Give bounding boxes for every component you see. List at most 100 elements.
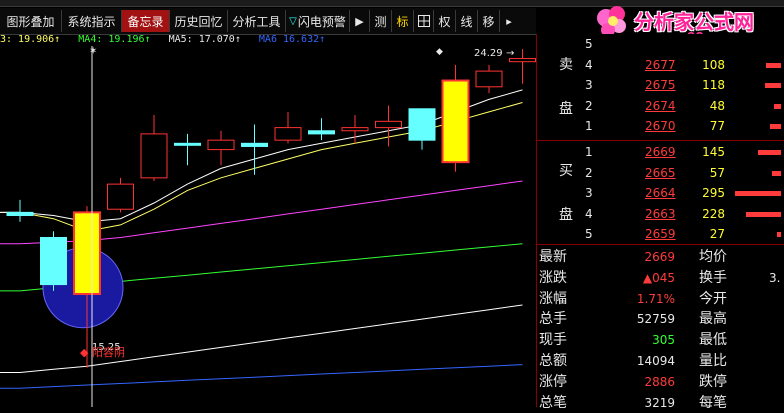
diamond-marker-icon: ◆ — [80, 346, 89, 359]
move-button[interactable]: 移 — [478, 10, 500, 32]
line-button[interactable]: 线 — [456, 10, 478, 32]
level-price: 2659 — [645, 227, 676, 241]
candle — [274, 111, 302, 144]
level-number: 4 — [585, 206, 593, 221]
stats-divider — [537, 244, 784, 245]
buy-level-row[interactable]: 4 2663 228 — [537, 204, 784, 224]
volume-bar — [758, 150, 781, 155]
stat-label: 总额 — [539, 353, 567, 369]
candle — [475, 64, 503, 94]
level-volume: 118 — [702, 78, 725, 92]
candle-body — [40, 236, 67, 286]
ma-legend-item: MA6 16.632↑ — [258, 34, 326, 45]
level-number: 2 — [585, 98, 593, 113]
stat-value: 52759 — [636, 312, 675, 327]
candle — [308, 118, 335, 141]
volume-bar — [774, 103, 781, 109]
volume-bar — [735, 191, 781, 196]
candle-body — [274, 127, 302, 141]
stat-row: 总手 52759 最高 — [537, 309, 784, 329]
level-price: 2670 — [645, 119, 676, 133]
volume-bar — [765, 83, 781, 88]
level-price: 2675 — [645, 78, 676, 92]
candlestick-chart[interactable]: ✶ ◆ 24.29 → 15.25 ◆ 阳容阴 — [0, 46, 536, 407]
level-number: 1 — [585, 145, 593, 159]
sell-level-row[interactable]: 3 2675 118 — [537, 75, 784, 95]
sell-level-row[interactable]: 5 — [537, 34, 784, 54]
level-volume: 48 — [709, 98, 725, 113]
stat-value: 305 — [652, 333, 675, 348]
level-volume: 108 — [702, 57, 725, 72]
candle-body — [509, 58, 536, 63]
stat-label: 最新 — [539, 249, 567, 265]
volume-bar — [766, 62, 781, 68]
stat-row: 涨幅 1.71% 今开 — [537, 289, 784, 309]
candle — [241, 124, 268, 175]
candle-body — [107, 183, 134, 210]
candle — [6, 199, 34, 222]
level-volume: 295 — [702, 186, 725, 200]
stat-row: 涨跌 ▲045 换手 3. — [537, 268, 784, 288]
stat-value: 3219 — [644, 395, 675, 410]
ma-legend-item: MA5: 17.070↑ — [168, 34, 241, 45]
stat-label: 总手 — [539, 311, 567, 328]
buy-level-row[interactable]: 1 2669 145 — [537, 142, 784, 162]
measure-button[interactable]: 测 — [370, 10, 392, 32]
system-indicator-button[interactable]: 系统指示 — [62, 10, 122, 32]
volume-bar — [746, 211, 781, 217]
stat-label-secondary: 最高 — [699, 311, 727, 328]
level-price: 2669 — [645, 145, 676, 159]
candle — [441, 64, 470, 172]
ma-legend-item: MA4: 19.196↑ — [78, 34, 151, 45]
high-price-label: 24.29 — [474, 48, 503, 59]
flash-alert-button[interactable]: ▽ 闪电预警 — [286, 10, 350, 32]
mark-button[interactable]: 标 — [392, 10, 414, 32]
top-marker-icon: ◆ — [436, 47, 443, 57]
candle-body-inner — [449, 81, 462, 162]
candle — [207, 130, 235, 166]
stat-label: 涨跌 — [539, 269, 567, 286]
order-book-divider — [537, 140, 784, 141]
history-recall-button[interactable]: 历史回忆 — [170, 10, 228, 32]
sell-level-row[interactable]: 1 2670 77 — [537, 116, 784, 136]
level-price: 2665 — [645, 165, 676, 180]
memo-button[interactable]: 备忘录 — [122, 10, 170, 32]
level-volume: 228 — [702, 206, 725, 221]
volume-bar — [772, 170, 781, 176]
ma-legend: 3: 19.906↑ MA4: 19.196↑ MA5: 17.070↑ MA6… — [0, 34, 536, 46]
toolbar: 图形叠加 系统指示 备忘录 历史回忆 分析工具 ▽ 闪电预警 ▶ 测 标 权 线… — [0, 8, 536, 35]
overlay-button[interactable]: 图形叠加 — [0, 10, 62, 32]
level-number: 4 — [585, 57, 593, 72]
stat-value: 14094 — [636, 354, 675, 368]
candle-body — [475, 70, 503, 88]
buy-level-row[interactable]: 3 2664 295 — [537, 183, 784, 203]
crosshair-icon[interactable] — [414, 10, 434, 32]
level-number: 2 — [585, 165, 593, 180]
candle — [408, 108, 436, 150]
sell-level-row[interactable]: 2 2674 48 — [537, 96, 784, 116]
stat-value: ▲045 — [642, 270, 675, 285]
filter-icon: ▽ — [289, 15, 297, 27]
level-volume: 27 — [709, 227, 725, 241]
stat-label: 涨停 — [539, 373, 567, 390]
candle-body — [308, 130, 335, 135]
stat-row: 最新 2669 均价 — [537, 247, 784, 267]
rights-button[interactable]: 权 — [434, 10, 456, 32]
stat-row: 总笔 3219 每笔 — [537, 393, 784, 413]
candle — [174, 133, 201, 166]
candle-body — [174, 142, 201, 146]
quote-panel: 卖 盘 买 盘 5 4 2677 108 3 2675 118 2 2674 48 1 2670 77 1… — [536, 34, 784, 411]
candle-body — [6, 211, 34, 217]
more-icon[interactable]: ▸ — [500, 10, 518, 32]
level-volume: 57 — [709, 165, 725, 180]
candle — [140, 115, 168, 181]
sell-level-row[interactable]: 4 2677 108 — [537, 55, 784, 75]
stat-label-secondary: 均价 — [699, 249, 727, 265]
volume-bar — [770, 124, 781, 129]
buy-level-row[interactable]: 5 2659 27 — [537, 224, 784, 244]
level-price: 2664 — [645, 186, 676, 200]
stat-label-secondary: 量比 — [699, 353, 727, 369]
play-icon[interactable]: ▶ — [350, 10, 370, 32]
buy-level-row[interactable]: 2 2665 57 — [537, 163, 784, 183]
analysis-tools-button[interactable]: 分析工具 — [228, 10, 286, 32]
